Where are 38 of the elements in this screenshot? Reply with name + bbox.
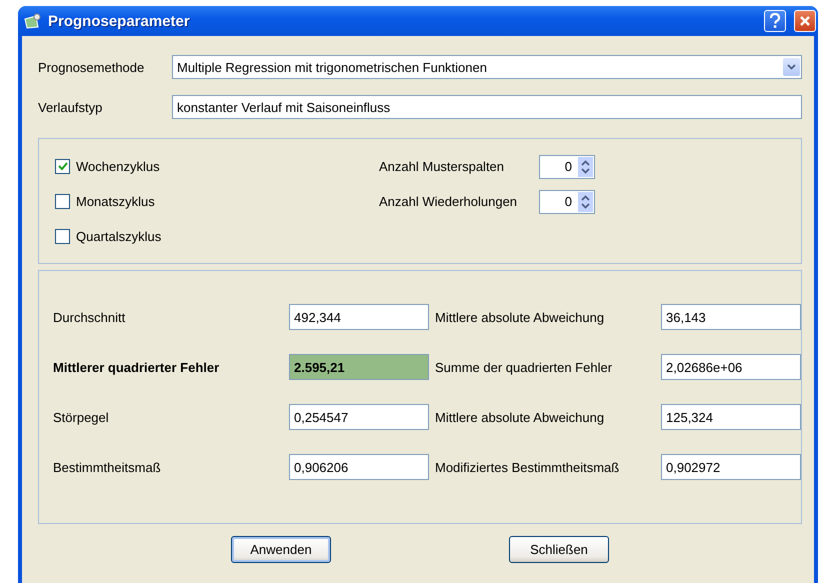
- spinner-label: Anzahl Musterspalten: [379, 159, 506, 174]
- field-label: Verlaufstyp: [38, 100, 104, 114]
- metric-field[interactable]: 492,344: [289, 304, 429, 330]
- metric-field[interactable]: 2.595,21: [289, 354, 429, 380]
- question-mark-icon: [769, 13, 781, 29]
- checkbox-label: Monatszyklus: [76, 194, 155, 209]
- checkbox[interactable]: [55, 159, 70, 174]
- window-title: Prognoseparameter: [48, 12, 191, 30]
- metric-label: Mittlere absolute Abweichung: [435, 410, 606, 424]
- metric-field[interactable]: 0,902972: [661, 454, 801, 480]
- metric-label: Mittlerer quadrierter Fehler: [53, 360, 220, 374]
- metric-label: Mittlere absolute Abweichung: [435, 310, 606, 324]
- metric-label: Summe der quadrierten Fehler: [435, 360, 614, 374]
- app-icon: [24, 13, 42, 29]
- spinner-label: Anzahl Wiederholungen: [379, 194, 518, 209]
- dialog-button[interactable]: Schließen: [509, 536, 609, 563]
- metric-label: Modifiziertes Bestimmtheitsmaß: [435, 460, 620, 474]
- metric-field[interactable]: 0,254547: [289, 404, 429, 430]
- metric-label: Bestimmtheitsmaß: [53, 460, 162, 474]
- metric-label: Störpegel: [53, 410, 110, 424]
- checkbox-label: Wochenzyklus: [76, 159, 160, 174]
- checkbox[interactable]: [55, 229, 70, 244]
- metric-field[interactable]: 125,324: [661, 404, 801, 430]
- metric-field[interactable]: 36,143: [661, 304, 801, 330]
- metric-field[interactable]: 2,02686e+06: [661, 354, 801, 380]
- number-spinner[interactable]: 0: [539, 154, 595, 178]
- close-icon: [799, 15, 811, 27]
- checkbox[interactable]: [55, 194, 70, 209]
- metric-field[interactable]: 0,906206: [289, 454, 429, 480]
- dialog-button[interactable]: Anwenden: [231, 536, 331, 563]
- metric-label: Durchschnitt: [53, 310, 126, 324]
- help-button[interactable]: [764, 10, 786, 32]
- field-label: Prognosemethode: [38, 60, 146, 74]
- number-spinner[interactable]: 0: [539, 190, 595, 214]
- checkbox-label: Quartalszyklus: [76, 229, 162, 244]
- curve-type-field[interactable]: konstanter Verlauf mit Saisoneinfluss: [172, 95, 802, 119]
- method-dropdown[interactable]: Multiple Regression mit trigonometrischen Funktionen: [172, 55, 802, 79]
- close-button[interactable]: [794, 10, 816, 32]
